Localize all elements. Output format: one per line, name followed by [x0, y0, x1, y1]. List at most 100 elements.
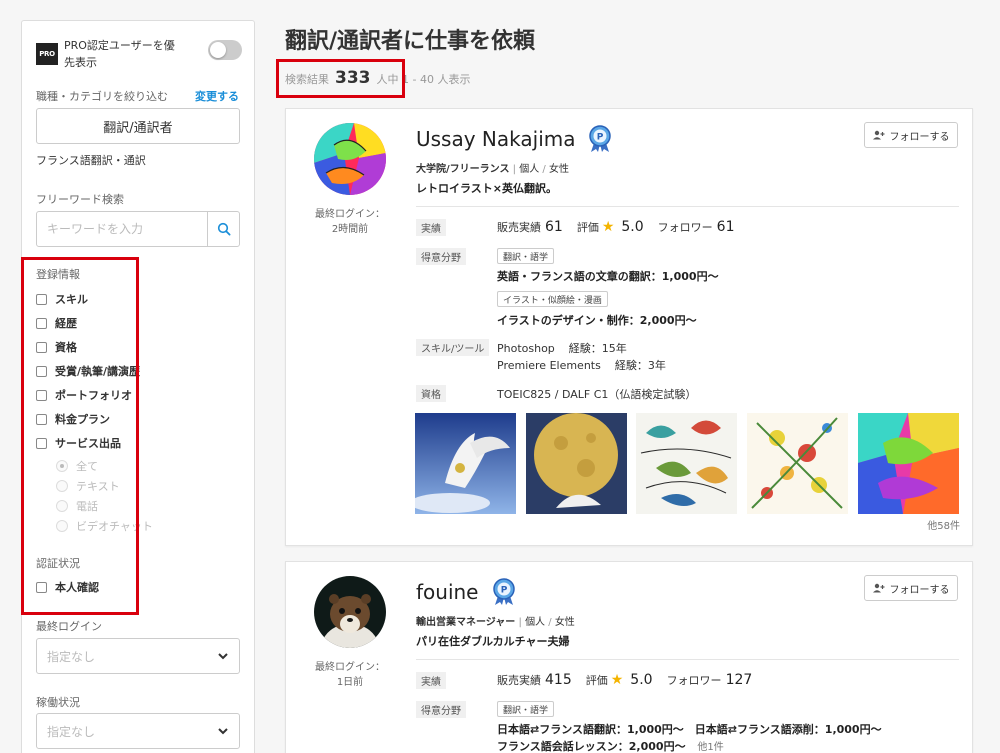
highlight-box: [21, 257, 139, 615]
page-title: 翻訳/通訳者に仕事を依頼: [285, 29, 536, 54]
avatar-image: [314, 576, 386, 648]
specialty-tag: 得意分野: [416, 248, 466, 265]
portfolio-image: [747, 413, 848, 514]
last-login-value: 2時間前: [331, 224, 369, 235]
catchphrase: レトロイラスト×英仏翻訳。: [416, 182, 557, 195]
star-icon: ★: [601, 219, 615, 235]
highlight-box: [276, 59, 405, 98]
rating-label: 評価: [585, 674, 608, 687]
add-user-icon: [872, 583, 884, 593]
last-login-label: 最終ログイン：: [315, 209, 385, 220]
specialty-item[interactable]: イラストのデザイン・制作：2,000円〜: [497, 312, 697, 328]
change-category-link[interactable]: 変更する: [195, 88, 239, 104]
portfolio-more[interactable]: 他58件: [927, 517, 960, 532]
rating-label: 評価: [576, 221, 599, 234]
freeword-label: フリーワード検索: [36, 193, 124, 206]
add-user-icon: [872, 130, 884, 140]
gender: 女性: [548, 164, 569, 175]
select-value: 指定なし: [47, 649, 96, 664]
svg-text:P: P: [597, 133, 604, 143]
specialty-item[interactable]: 日本語⇄フランス語翻訳：1,000円〜 日本語⇄フランス語添削：1,000円〜: [497, 721, 882, 737]
specialty-item-text: フランス語会話レッスン：2,000円〜: [497, 740, 686, 753]
follow-label: フォローする: [889, 584, 950, 596]
pro-badge-icon: PRO: [36, 43, 58, 65]
specialty-item[interactable]: フランス語会話レッスン：2,000円〜 他1件: [497, 738, 724, 753]
specialty-category[interactable]: 翻訳・語学: [497, 248, 555, 264]
specialty-tag: 得意分野: [416, 701, 466, 718]
pro-priority-label: PRO認定ユーザーを優先表示: [64, 39, 175, 69]
user-meta: 輸出営業マネージャー | 個人 / 女性: [416, 617, 575, 628]
skill-name: Premiere Elements: [497, 359, 601, 372]
user-card[interactable]: 最終ログイン： 2時間前 Ussay Nakajima P フォローする 大学院…: [285, 108, 973, 546]
gender: 女性: [554, 617, 575, 628]
stats-tag: 実績: [416, 219, 446, 236]
last-login: 最終ログイン： 2時間前: [300, 207, 400, 237]
follower-value: 61: [716, 219, 735, 235]
qualification: TOEIC825 / DALF C1（仏語検定試験）: [497, 388, 697, 401]
skills-tag: スキル/ツール: [416, 339, 490, 356]
stats-tag: 実績: [416, 672, 446, 689]
search-icon: [217, 222, 231, 236]
search-button[interactable]: [207, 212, 239, 246]
user-type: 個人: [525, 617, 546, 628]
avatar-image: [314, 123, 386, 195]
last-login-label: 最終ログイン: [36, 620, 102, 633]
portfolio-image: [415, 413, 516, 514]
last-login: 最終ログイン： 1日前: [300, 660, 400, 690]
sales-label: 販売実績: [497, 221, 541, 234]
user-name[interactable]: Ussay Nakajima P: [416, 125, 613, 153]
portfolio-thumbnail[interactable]: [415, 413, 516, 514]
pro-priority-toggle[interactable]: [208, 40, 242, 60]
category-selector[interactable]: 翻訳/通訳者: [36, 108, 240, 144]
skill-item: Premiere Elements 経験：3年: [497, 357, 666, 373]
search-input[interactable]: [37, 212, 207, 246]
portfolio-thumbnail[interactable]: [636, 413, 737, 514]
specialty-item[interactable]: 英語・フランス語の文章の翻訳：1,000円〜: [497, 268, 719, 284]
follower-label: フォロワー: [657, 221, 713, 234]
sales-value: 61: [545, 219, 563, 235]
portfolio-image: [636, 413, 737, 514]
follow-label: フォローする: [889, 131, 950, 143]
skill-experience: 経験：3年: [614, 359, 666, 372]
user-name[interactable]: fouine P: [416, 578, 517, 606]
portfolio-image: [526, 413, 627, 514]
follow-button[interactable]: フォローする: [864, 575, 958, 601]
chevron-down-icon: [218, 728, 228, 735]
follower-value: 127: [725, 672, 753, 688]
freeword-search: [36, 211, 240, 247]
user-name-text: fouine: [416, 580, 479, 604]
pro-badge-icon: P: [589, 125, 612, 152]
rating-value: 5.0: [621, 219, 644, 235]
pro-priority-row: PRO PRO認定ユーザーを優先表示: [36, 37, 242, 71]
user-meta: 大学院/フリーランス | 個人 / 女性: [416, 164, 569, 175]
last-login-value: 1日前: [336, 677, 364, 688]
catchphrase: パリ在住ダブルカルチャー夫婦: [416, 635, 570, 648]
portfolio-thumbnail[interactable]: [858, 413, 959, 514]
stats-line: 販売実績 415 評価 ★ 5.0 フォロワー 127: [497, 672, 766, 688]
user-card[interactable]: 最終ログイン： 1日前 fouine P フォローする 輸出営業マネージャー |…: [285, 561, 973, 753]
portfolio-thumbnail[interactable]: [526, 413, 627, 514]
status-select[interactable]: 指定なし: [36, 713, 240, 749]
divider: [416, 659, 959, 660]
avatar[interactable]: [314, 123, 386, 195]
occupation: 輸出営業マネージャー: [416, 617, 516, 628]
last-login-label: 最終ログイン：: [315, 662, 385, 673]
user-type: 個人: [519, 164, 540, 175]
specialty-category[interactable]: 翻訳・語学: [497, 701, 555, 717]
stats-line: 販売実績 61 評価 ★ 5.0 フォロワー 61: [497, 219, 748, 235]
skill-experience: 経験：15年: [568, 342, 627, 355]
star-icon: ★: [610, 672, 624, 688]
last-login-select[interactable]: 指定なし: [36, 638, 240, 674]
specialty-more[interactable]: 他1件: [697, 742, 723, 753]
portfolio-image: [858, 413, 959, 514]
category-filter-label: 職種・カテゴリを絞り込む: [36, 90, 168, 103]
follow-button[interactable]: フォローする: [864, 122, 958, 148]
divider: [416, 206, 959, 207]
avatar[interactable]: [314, 576, 386, 648]
sales-label: 販売実績: [497, 674, 541, 687]
portfolio-thumbnail[interactable]: [747, 413, 848, 514]
status-label: 稼働状況: [36, 696, 80, 709]
rating-value: 5.0: [630, 672, 653, 688]
specialty-category[interactable]: イラスト・似顔絵・漫画: [497, 291, 608, 307]
select-value: 指定なし: [47, 724, 96, 739]
